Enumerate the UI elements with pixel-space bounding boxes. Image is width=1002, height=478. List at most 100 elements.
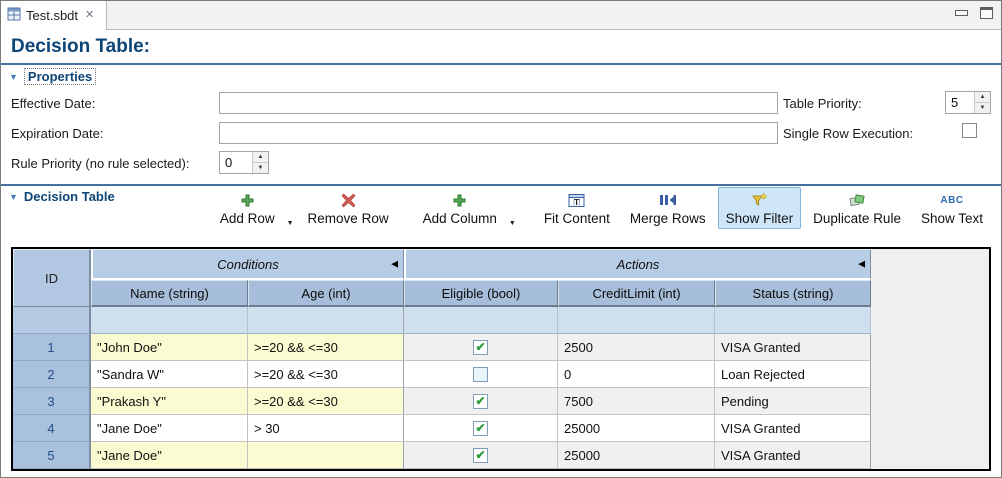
table-row: 5 "Jane Doe" ✔ 25000 VISA Granted (13, 442, 871, 469)
fit-content-button[interactable]: T Fit Content (536, 187, 618, 229)
cell-eligible[interactable]: ✔ (404, 334, 558, 361)
filter-icon (751, 191, 768, 209)
properties-section-header[interactable]: ▼ Properties (9, 68, 96, 85)
table-priority-label: Table Priority: (783, 96, 862, 111)
decision-table-section-header[interactable]: ▼ Decision Table (9, 189, 115, 204)
eligible-checkbox[interactable]: ✔ (473, 448, 488, 463)
filter-cell-eligible[interactable] (404, 307, 558, 334)
merge-rows-icon (658, 191, 677, 209)
cell-age[interactable]: >=20 && <=30 (248, 334, 404, 361)
maximize-icon[interactable] (980, 7, 993, 19)
effective-date-input[interactable] (219, 92, 778, 114)
properties-section-label: Properties (24, 68, 96, 85)
filter-cell-name[interactable] (91, 307, 248, 334)
cell-creditlimit[interactable]: 0 (558, 361, 715, 388)
actions-group-label: Actions (617, 257, 660, 272)
filter-cell-age[interactable] (248, 307, 404, 334)
row-id[interactable]: 5 (13, 442, 91, 469)
cell-name[interactable]: "Sandra W" (91, 361, 248, 388)
table-row: 1 "John Doe" >=20 && <=30 ✔ 2500 VISA Gr… (13, 334, 871, 361)
tab-test-sbdt[interactable]: Test.sbdt ✕ (1, 1, 107, 30)
cell-status[interactable]: VISA Granted (715, 334, 871, 361)
decision-table-editor: Test.sbdt ✕ Decision Table: ▼ Properties… (0, 0, 1002, 478)
actions-group-header[interactable]: Actions ◀ (404, 249, 871, 280)
conditions-group-header[interactable]: Conditions ◀ (91, 249, 404, 280)
column-header-age[interactable]: Age (int) (248, 280, 404, 307)
expiration-date-label: Expiration Date: (11, 126, 104, 141)
filter-cell-creditlimit[interactable] (558, 307, 715, 334)
cell-name[interactable]: "Jane Doe" (91, 415, 248, 442)
cell-creditlimit[interactable]: 2500 (558, 334, 715, 361)
add-row-dropdown-icon[interactable]: ▼ (287, 220, 294, 227)
table-row: 4 "Jane Doe" > 30 ✔ 25000 VISA Granted (13, 415, 871, 442)
cell-status[interactable]: VISA Granted (715, 415, 871, 442)
chevron-down-icon[interactable]: ▼ (9, 72, 18, 82)
show-filter-button[interactable]: Show Filter (718, 187, 802, 229)
cell-creditlimit[interactable]: 25000 (558, 442, 715, 469)
column-header-eligible[interactable]: Eligible (bool) (404, 280, 558, 307)
filter-cell-status[interactable] (715, 307, 871, 334)
cell-name[interactable]: "Prakash Y" (91, 388, 248, 415)
column-header-status[interactable]: Status (string) (715, 280, 871, 307)
duplicate-rule-button[interactable]: Duplicate Rule (805, 187, 909, 229)
eligible-checkbox[interactable]: ✔ (473, 340, 488, 355)
tab-title: Test.sbdt (26, 8, 78, 23)
remove-row-button[interactable]: Remove Row (300, 187, 397, 229)
cell-age[interactable] (248, 442, 404, 469)
row-id[interactable]: 3 (13, 388, 91, 415)
table-row: 2 "Sandra W" >=20 && <=30 0 Loan Rejecte… (13, 361, 871, 388)
cell-status[interactable]: Pending (715, 388, 871, 415)
cell-eligible[interactable]: ✔ (404, 442, 558, 469)
cell-eligible[interactable] (404, 361, 558, 388)
add-column-dropdown-icon[interactable]: ▼ (509, 220, 516, 227)
cell-age[interactable]: >=20 && <=30 (248, 361, 404, 388)
cell-name[interactable]: "Jane Doe" (91, 442, 248, 469)
spinner-down-icon[interactable]: ▼ (253, 163, 268, 173)
cell-age[interactable]: >=20 && <=30 (248, 388, 404, 415)
abc-icon: ABC (940, 191, 963, 209)
decision-table-toolbar: Add Row ▼ Remove Row Add Column ▼ T Fit … (223, 187, 991, 241)
filter-row (13, 307, 871, 334)
chevron-down-icon[interactable]: ▼ (9, 192, 18, 202)
spinner-up-icon[interactable]: ▲ (975, 92, 990, 103)
rule-priority-spinner[interactable]: 0 ▲ ▼ (219, 151, 269, 174)
rule-priority-label: Rule Priority (no rule selected): (11, 156, 189, 171)
single-row-execution-label: Single Row Execution: (783, 126, 913, 141)
add-icon (240, 191, 255, 209)
id-column-header[interactable]: ID (13, 249, 91, 307)
cell-age[interactable]: > 30 (248, 415, 404, 442)
merge-rows-button[interactable]: Merge Rows (622, 187, 714, 229)
add-column-button[interactable]: Add Column (415, 187, 505, 229)
table-priority-spinner[interactable]: 5 ▲ ▼ (945, 91, 991, 114)
single-row-execution-checkbox[interactable] (962, 123, 977, 138)
minimize-icon[interactable] (955, 10, 968, 16)
spinner-up-icon[interactable]: ▲ (253, 152, 268, 163)
show-text-button[interactable]: ABC Show Text (913, 187, 991, 229)
section-separator (1, 184, 1001, 186)
cell-eligible[interactable]: ✔ (404, 388, 558, 415)
spinner-down-icon[interactable]: ▼ (975, 103, 990, 113)
cell-creditlimit[interactable]: 7500 (558, 388, 715, 415)
eligible-checkbox[interactable]: ✔ (473, 421, 488, 436)
cell-status[interactable]: VISA Granted (715, 442, 871, 469)
column-header-name[interactable]: Name (string) (91, 280, 248, 307)
add-row-button[interactable]: Add Row (212, 187, 283, 229)
eligible-checkbox[interactable] (473, 367, 488, 382)
column-header-creditlimit[interactable]: CreditLimit (int) (558, 280, 715, 307)
collapse-left-icon[interactable]: ◀ (391, 259, 398, 270)
row-id[interactable]: 4 (13, 415, 91, 442)
rules-table: ID Conditions ◀ Actions ◀ Name (string) … (13, 249, 871, 469)
tab-close-icon[interactable]: ✕ (85, 10, 94, 21)
decision-table-file-icon (7, 7, 21, 24)
row-id[interactable]: 1 (13, 334, 91, 361)
cell-eligible[interactable]: ✔ (404, 415, 558, 442)
expiration-date-input[interactable] (219, 122, 778, 144)
collapse-left-icon[interactable]: ◀ (858, 259, 865, 270)
rule-priority-value: 0 (220, 152, 252, 173)
cell-name[interactable]: "John Doe" (91, 334, 248, 361)
cell-status[interactable]: Loan Rejected (715, 361, 871, 388)
cell-creditlimit[interactable]: 25000 (558, 415, 715, 442)
row-id[interactable]: 2 (13, 361, 91, 388)
group-header-row: ID Conditions ◀ Actions ◀ (13, 249, 871, 280)
eligible-checkbox[interactable]: ✔ (473, 394, 488, 409)
